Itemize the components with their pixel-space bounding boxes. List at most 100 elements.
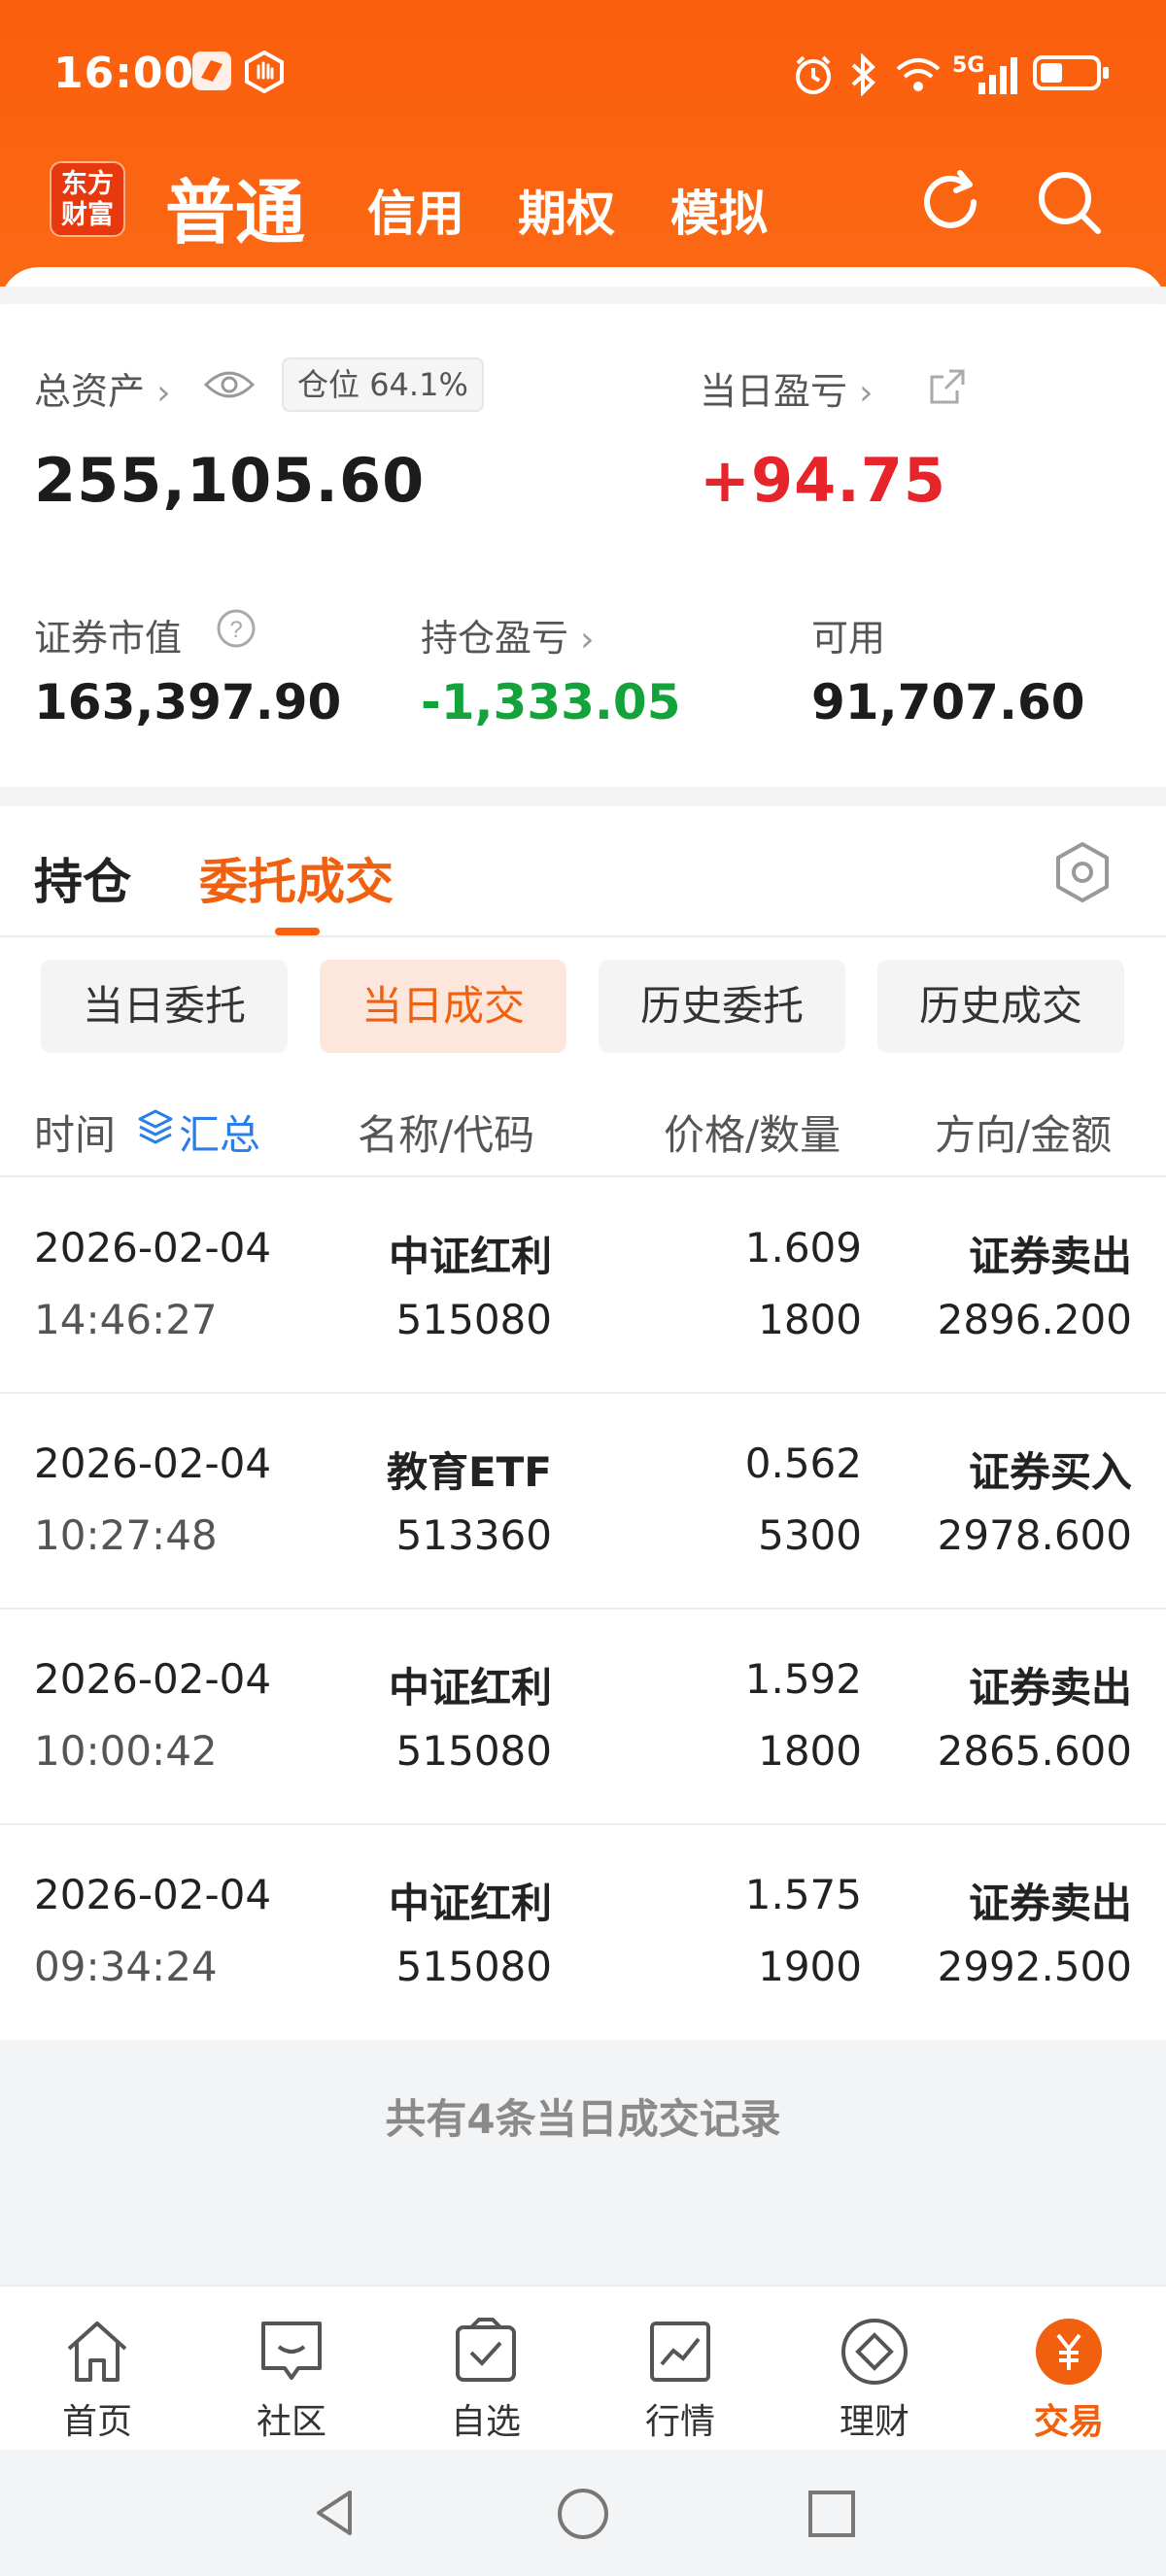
trade-time: 10:00:42 (34, 1727, 218, 1775)
segment-today-orders[interactable]: 当日委托 (41, 960, 288, 1053)
wifi-icon (894, 53, 943, 105)
trade-amount: 2978.600 (937, 1511, 1132, 1559)
header-name-code: 名称/代码 (358, 1111, 535, 1159)
home-circle-icon[interactable] (556, 2487, 610, 2545)
tab-options[interactable]: 期权 (518, 175, 615, 245)
external-link-icon[interactable] (928, 367, 967, 410)
daily-pl-value: +94.75 (700, 445, 947, 516)
trade-direction: 证券卖出 (968, 1880, 1132, 1927)
daily-pl-label[interactable]: 当日盈亏 › (700, 361, 874, 415)
nav-community[interactable]: 社区 (194, 2287, 389, 2452)
header-direction-amount: 方向/金额 (935, 1111, 1113, 1159)
position-ratio-value: 64.1% (369, 366, 468, 403)
security-code: 515080 (395, 1943, 552, 1990)
chat-icon (261, 2322, 322, 2380)
trade-row[interactable]: 2026-02-04 09:34:24 中证红利 515080 1.575 19… (0, 1824, 1166, 2040)
chart-icon (650, 2322, 710, 2382)
account-nav: 东方 财富 普通 信用 期权 模拟 (0, 146, 1166, 272)
help-icon[interactable]: ? (216, 608, 257, 653)
card-divider (0, 287, 1166, 304)
security-name: 中证红利 (388, 1233, 552, 1280)
nav-market[interactable]: 行情 (583, 2287, 777, 2452)
holding-pl-value: -1,333.05 (421, 674, 681, 730)
trade-row[interactable]: 2026-02-04 14:46:27 中证红利 515080 1.609 18… (0, 1177, 1166, 1393)
nav-market-label: 行情 (644, 2402, 715, 2442)
header-price-qty: 价格/数量 (664, 1111, 841, 1159)
tab-orders-trades[interactable]: 委托成交 (199, 843, 394, 913)
settings-icon[interactable] (1051, 841, 1114, 907)
holding-pl-label[interactable]: 持仓盈亏 › (421, 608, 595, 661)
total-assets-label-text: 总资产 (34, 370, 146, 413)
trade-quantity: 5300 (758, 1511, 862, 1559)
market-value-value: 163,397.90 (34, 674, 342, 730)
yuan-icon (1036, 2319, 1102, 2385)
trade-time: 10:27:48 (34, 1511, 218, 1559)
total-assets-label[interactable]: 总资产 › (34, 361, 171, 415)
divider (0, 935, 1166, 937)
svg-text:?: ? (229, 617, 242, 643)
position-ratio-label: 仓位 (297, 366, 360, 403)
tab-simulation[interactable]: 模拟 (670, 175, 768, 245)
list-footer (0, 2040, 1166, 2288)
nav-home-label: 首页 (61, 2402, 132, 2442)
nav-watchlist-label: 自选 (450, 2402, 521, 2442)
segment-today-trades[interactable]: 当日成交 (320, 960, 566, 1053)
security-name: 教育ETF (386, 1448, 552, 1496)
trade-amount: 2865.600 (937, 1727, 1132, 1775)
holding-pl-label-text: 持仓盈亏 (421, 617, 569, 660)
active-tab-indicator (275, 928, 320, 935)
nav-trade[interactable]: 交易 (972, 2287, 1166, 2452)
eye-icon[interactable] (203, 365, 256, 408)
security-code: 515080 (395, 1296, 552, 1343)
recents-icon[interactable] (806, 2489, 857, 2543)
trade-date: 2026-02-04 (34, 1871, 272, 1918)
trade-direction: 证券卖出 (968, 1233, 1132, 1280)
aggregate-link[interactable]: 汇总 (179, 1102, 260, 1162)
nav-wealth-label: 理财 (839, 2402, 909, 2442)
logo-text-bottom: 财富 (61, 200, 114, 230)
trade-direction: 证券买入 (968, 1448, 1132, 1496)
nav-home[interactable]: 首页 (0, 2287, 194, 2452)
trade-amount: 2896.200 (937, 1296, 1132, 1343)
position-ratio-badge: 仓位 64.1% (282, 357, 484, 412)
trade-row[interactable]: 2026-02-04 10:27:48 教育ETF 513360 0.562 5… (0, 1393, 1166, 1609)
tab-normal[interactable]: 普通 (165, 155, 305, 257)
trade-date: 2026-02-04 (34, 1655, 272, 1703)
daily-pl-label-text: 当日盈亏 (700, 370, 848, 413)
nav-community-label: 社区 (256, 2402, 326, 2442)
nav-trade-label: 交易 (1033, 2402, 1104, 2442)
trade-price: 1.609 (744, 1224, 862, 1271)
status-time: 16:00 (53, 49, 195, 98)
trades-summary: 共有4条当日成交记录 (385, 2095, 781, 2143)
status-bar: 16:00 5G (0, 0, 1166, 146)
hand-icon (243, 50, 286, 102)
trade-amount: 2992.500 (937, 1943, 1132, 1990)
app-logo: 东方 财富 (50, 161, 125, 237)
security-name: 中证红利 (388, 1664, 552, 1712)
tab-holdings[interactable]: 持仓 (34, 843, 131, 913)
refresh-icon[interactable] (911, 163, 989, 241)
header-time: 时间 (34, 1111, 117, 1159)
layers-icon[interactable] (136, 1107, 175, 1150)
nav-watchlist[interactable]: 自选 (389, 2287, 583, 2452)
segment-history-orders[interactable]: 历史委托 (599, 960, 845, 1053)
trade-quantity: 1800 (758, 1727, 862, 1775)
chevron-right-icon: › (859, 373, 874, 413)
security-code: 515080 (395, 1727, 552, 1775)
nav-wealth[interactable]: 理财 (777, 2287, 972, 2452)
back-icon[interactable] (309, 2487, 361, 2543)
security-name: 中证红利 (388, 1880, 552, 1927)
segment-history-trades[interactable]: 历史成交 (877, 960, 1124, 1053)
chevron-right-icon: › (156, 373, 171, 413)
trade-date: 2026-02-04 (34, 1224, 272, 1271)
battery-icon (1033, 55, 1109, 90)
tab-credit[interactable]: 信用 (367, 175, 464, 245)
search-icon[interactable] (1030, 163, 1108, 241)
trade-price: 1.592 (744, 1655, 862, 1703)
trade-price: 1.575 (744, 1871, 862, 1918)
trade-time: 14:46:27 (34, 1296, 218, 1343)
diamond-icon (841, 2319, 908, 2385)
trade-quantity: 1900 (758, 1943, 862, 1990)
trade-quantity: 1800 (758, 1296, 862, 1343)
trade-row[interactable]: 2026-02-04 10:00:42 中证红利 515080 1.592 18… (0, 1609, 1166, 1824)
